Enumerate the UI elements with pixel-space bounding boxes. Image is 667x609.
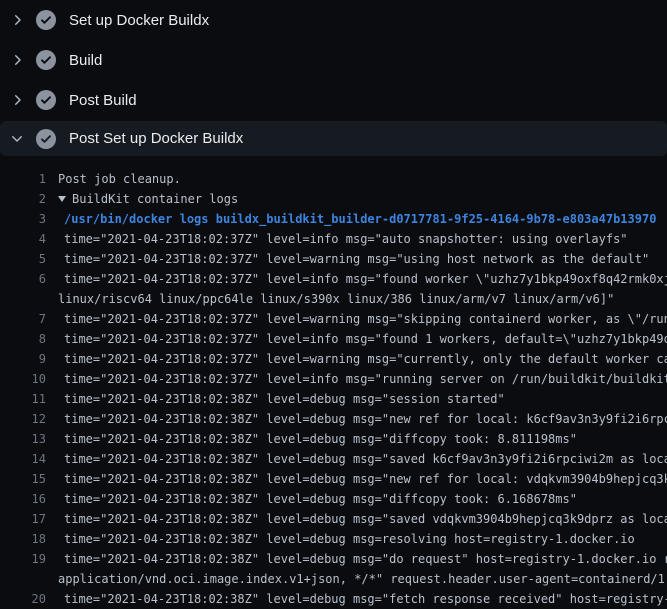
line-number [0, 569, 46, 589]
step-title: Set up Docker Buildx [69, 12, 209, 29]
log-line: 16 time="2021-04-23T18:02:38Z" level=deb… [0, 489, 667, 509]
step-title: Post Build [69, 92, 137, 109]
log-line: 15 time="2021-04-23T18:02:38Z" level=deb… [0, 469, 667, 489]
log-line: 20 time="2021-04-23T18:02:38Z" level=deb… [0, 589, 667, 609]
line-number[interactable]: 8 [0, 329, 46, 349]
log-line-wrap: linux/riscv64 linux/ppc64le linux/s390x … [0, 289, 667, 309]
check-circle-icon [36, 129, 56, 149]
log-line: 6 time="2021-04-23T18:02:37Z" level=info… [0, 269, 667, 289]
line-number [0, 289, 46, 309]
line-number[interactable]: 10 [0, 369, 46, 389]
step-header-post-build[interactable]: Post Build [0, 80, 667, 120]
line-number[interactable]: 1 [0, 169, 46, 189]
line-number[interactable]: 17 [0, 509, 46, 529]
log-text: time="2021-04-23T18:02:38Z" level=debug … [64, 429, 577, 449]
line-number[interactable]: 14 [0, 449, 46, 469]
log-line: 8 time="2021-04-23T18:02:37Z" level=info… [0, 329, 667, 349]
step-header-build[interactable]: Build [0, 40, 667, 80]
log-line: 4 time="2021-04-23T18:02:37Z" level=info… [0, 229, 667, 249]
log-line: 19 time="2021-04-23T18:02:38Z" level=deb… [0, 549, 667, 569]
step-header-set-up-docker-buildx[interactable]: Set up Docker Buildx [0, 0, 667, 40]
check-circle-icon [36, 10, 56, 30]
line-number[interactable]: 18 [0, 529, 46, 549]
line-number[interactable]: 15 [0, 469, 46, 489]
step-header-post-set-up-docker-buildx[interactable]: Post Set up Docker Buildx [0, 121, 667, 156]
line-number[interactable]: 12 [0, 409, 46, 429]
log-text: time="2021-04-23T18:02:38Z" level=debug … [64, 509, 667, 529]
line-number[interactable]: 13 [0, 429, 46, 449]
line-number[interactable]: 7 [0, 309, 46, 329]
log-text: linux/riscv64 linux/ppc64le linux/s390x … [58, 289, 614, 309]
chevron-down-icon[interactable] [9, 131, 25, 147]
log-line: 13 time="2021-04-23T18:02:38Z" level=deb… [0, 429, 667, 449]
log-viewer: 1 Post job cleanup. 2 BuildKit container… [0, 169, 667, 609]
chevron-right-icon[interactable] [9, 12, 25, 28]
log-text: time="2021-04-23T18:02:37Z" level=warnin… [64, 349, 667, 369]
log-line: 12 time="2021-04-23T18:02:38Z" level=deb… [0, 409, 667, 429]
log-group-label: BuildKit container logs [72, 192, 238, 206]
line-number[interactable]: 2 [0, 189, 46, 209]
log-text: time="2021-04-23T18:02:37Z" level=warnin… [64, 249, 649, 269]
step-title: Build [69, 52, 102, 69]
line-number[interactable]: 3 [0, 209, 46, 229]
log-line: 7 time="2021-04-23T18:02:37Z" level=warn… [0, 309, 667, 329]
step-title: Post Set up Docker Buildx [69, 130, 243, 147]
log-text: time="2021-04-23T18:02:38Z" level=debug … [64, 409, 667, 429]
log-group-toggle[interactable]: BuildKit container logs [58, 189, 238, 209]
log-line: 3 /usr/bin/docker logs buildx_buildkit_b… [0, 209, 667, 229]
line-number[interactable]: 4 [0, 229, 46, 249]
log-line: 9 time="2021-04-23T18:02:37Z" level=warn… [0, 349, 667, 369]
line-number[interactable]: 5 [0, 249, 46, 269]
log-text: time="2021-04-23T18:02:38Z" level=debug … [64, 549, 667, 569]
check-circle-icon [36, 90, 56, 110]
line-number[interactable]: 11 [0, 389, 46, 409]
line-number[interactable]: 9 [0, 349, 46, 369]
log-text: time="2021-04-23T18:02:38Z" level=debug … [64, 489, 577, 509]
line-number[interactable]: 16 [0, 489, 46, 509]
check-circle-icon [36, 50, 56, 70]
log-text: time="2021-04-23T18:02:38Z" level=debug … [64, 529, 635, 549]
triangle-down-icon [58, 196, 66, 202]
log-line-group: 2 BuildKit container logs [0, 189, 667, 209]
line-number[interactable]: 20 [0, 589, 46, 609]
log-text: time="2021-04-23T18:02:38Z" level=debug … [64, 589, 667, 609]
log-line: 14 time="2021-04-23T18:02:38Z" level=deb… [0, 449, 667, 469]
log-line: 18 time="2021-04-23T18:02:38Z" level=deb… [0, 529, 667, 549]
log-text: Post job cleanup. [58, 169, 181, 189]
log-command-text: /usr/bin/docker logs buildx_buildkit_bui… [64, 209, 656, 229]
log-text: time="2021-04-23T18:02:37Z" level=info m… [64, 369, 667, 389]
log-text: time="2021-04-23T18:02:38Z" level=debug … [64, 449, 667, 469]
log-line: 17 time="2021-04-23T18:02:38Z" level=deb… [0, 509, 667, 529]
log-line: 1 Post job cleanup. [0, 169, 667, 189]
chevron-right-icon[interactable] [9, 52, 25, 68]
log-line-wrap: application/vnd.oci.image.index.v1+json,… [0, 569, 667, 589]
log-text: time="2021-04-23T18:02:37Z" level=info m… [64, 269, 667, 289]
step-list: Set up Docker Buildx Build Post Build Po… [0, 0, 667, 156]
log-text: time="2021-04-23T18:02:37Z" level=warnin… [64, 309, 667, 329]
log-text: application/vnd.oci.image.index.v1+json,… [58, 569, 667, 589]
log-text: time="2021-04-23T18:02:38Z" level=debug … [64, 389, 505, 409]
log-line: 10 time="2021-04-23T18:02:37Z" level=inf… [0, 369, 667, 389]
line-number[interactable]: 19 [0, 549, 46, 569]
line-number[interactable]: 6 [0, 269, 46, 289]
chevron-right-icon[interactable] [9, 92, 25, 108]
log-text: time="2021-04-23T18:02:37Z" level=info m… [64, 329, 667, 349]
log-text: time="2021-04-23T18:02:38Z" level=debug … [64, 469, 667, 489]
log-line: 11 time="2021-04-23T18:02:38Z" level=deb… [0, 389, 667, 409]
log-text: time="2021-04-23T18:02:37Z" level=info m… [64, 229, 628, 249]
log-line: 5 time="2021-04-23T18:02:37Z" level=warn… [0, 249, 667, 269]
